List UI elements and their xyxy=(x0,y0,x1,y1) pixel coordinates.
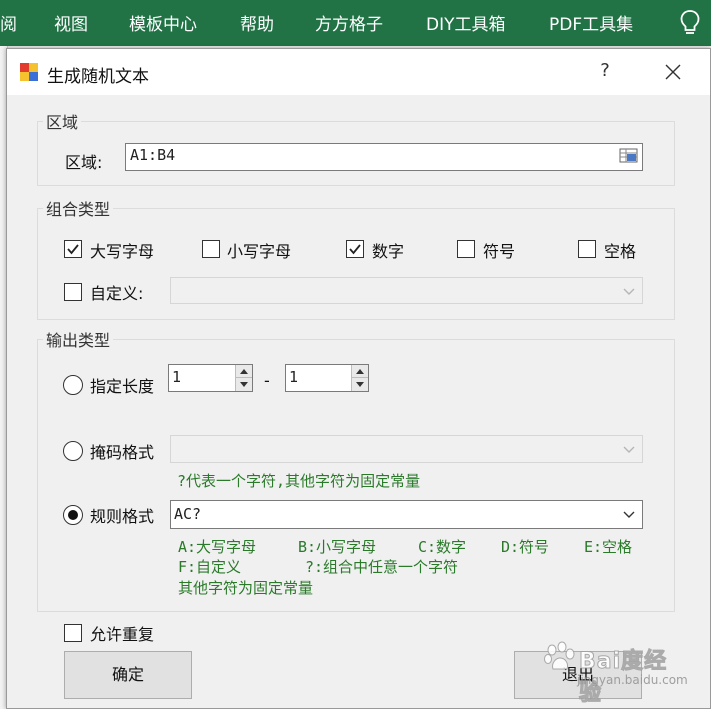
lightbulb-icon[interactable] xyxy=(679,9,701,37)
chevron-down-icon xyxy=(622,284,636,298)
length-min-value: 1 xyxy=(172,368,182,386)
dialog-title: 生成随机文本 xyxy=(47,67,149,87)
space-label: 空格 xyxy=(604,242,637,261)
custom-label: 自定义: xyxy=(90,284,144,303)
rule-format-value: AC? xyxy=(174,505,202,523)
rule-hint-c: C:数字 xyxy=(418,538,467,556)
length-range-dash: - xyxy=(264,371,270,390)
mask-format-hint: ?代表一个字符,其他字符为固定常量 xyxy=(177,472,421,490)
radio-selected-dot xyxy=(68,510,78,520)
range-select-icon[interactable] xyxy=(619,147,639,165)
fixed-length-label: 指定长度 xyxy=(90,377,155,396)
chevron-down-icon xyxy=(622,507,636,521)
paw-logo-icon xyxy=(544,641,575,670)
symbols-checkbox[interactable] xyxy=(457,240,475,258)
rule-hint-b: B:小写字母 xyxy=(298,538,377,556)
random-text-dialog: 生成随机文本 ? 区域 区域: A1:B4 组合类型 大写字母 小写字母 数字 … xyxy=(6,48,711,709)
app-logo-icon xyxy=(19,62,39,82)
rule-format-radio[interactable] xyxy=(63,505,83,525)
rule-hint-constant: 其他字符为固定常量 xyxy=(178,579,314,597)
mask-format-combo[interactable] xyxy=(170,435,643,463)
tab-pdf-tools[interactable]: PDF工具集 xyxy=(549,10,633,35)
rule-hint-a: A:大写字母 xyxy=(178,538,257,556)
tab-help[interactable]: 帮助 xyxy=(240,10,274,35)
range-label: 区域: xyxy=(65,153,103,172)
tab-review[interactable]: 阅 xyxy=(0,10,17,35)
rule-hint-e: E:空格 xyxy=(584,538,633,556)
length-min-up-icon[interactable] xyxy=(236,365,252,378)
watermark-url: jingyan.baidu.com xyxy=(577,673,688,687)
allow-repeat-checkbox[interactable] xyxy=(64,624,82,642)
range-group-title: 区域 xyxy=(43,109,82,133)
lowercase-label: 小写字母 xyxy=(227,242,292,261)
close-icon[interactable] xyxy=(663,62,683,82)
dialog-titlebar[interactable]: 生成随机文本 ? xyxy=(7,49,710,95)
length-min-down-icon[interactable] xyxy=(236,378,252,391)
ribbon-tab-bar: 阅 视图 模板中心 帮助 方方格子 DIY工具箱 PDF工具集 xyxy=(0,0,711,46)
digits-checkbox[interactable] xyxy=(346,240,364,258)
tab-view[interactable]: 视图 xyxy=(54,10,88,35)
uppercase-checkbox[interactable] xyxy=(64,240,82,258)
output-group-title: 输出类型 xyxy=(43,327,114,351)
length-max-up-icon[interactable] xyxy=(352,365,368,378)
space-checkbox[interactable] xyxy=(578,240,596,258)
fixed-length-radio[interactable] xyxy=(63,375,83,395)
allow-repeat-label: 允许重复 xyxy=(90,625,155,644)
rule-hint-any: ?:组合中任意一个字符 xyxy=(305,558,459,576)
digits-label: 数字 xyxy=(372,242,405,261)
mask-format-radio[interactable] xyxy=(63,441,83,461)
combo-group-title: 组合类型 xyxy=(43,196,114,220)
ok-button[interactable]: 确定 xyxy=(64,651,192,699)
rule-format-combo[interactable]: AC? xyxy=(170,500,643,529)
tab-template-center[interactable]: 模板中心 xyxy=(129,10,197,35)
tab-diy-toolbox[interactable]: DIY工具箱 xyxy=(426,10,506,35)
chevron-down-icon xyxy=(622,442,636,456)
tab-fangfang-gezi[interactable]: 方方格子 xyxy=(315,10,383,35)
uppercase-label: 大写字母 xyxy=(90,242,155,261)
symbols-label: 符号 xyxy=(483,242,516,261)
custom-checkbox[interactable] xyxy=(64,283,82,301)
length-max-down-icon[interactable] xyxy=(352,378,368,391)
length-max-stepper[interactable]: 1 xyxy=(285,364,369,392)
rule-hint-f: F:自定义 xyxy=(178,558,242,576)
range-input[interactable]: A1:B4 xyxy=(125,143,643,171)
rule-format-label: 规则格式 xyxy=(90,507,155,526)
rule-hint-d: D:符号 xyxy=(501,538,550,556)
mask-format-label: 掩码格式 xyxy=(90,443,155,462)
length-max-value: 1 xyxy=(289,368,299,386)
help-button[interactable]: ? xyxy=(595,60,615,81)
length-min-stepper[interactable]: 1 xyxy=(168,364,253,392)
baidu-watermark: Bai度经验 jingyan.baidu.com xyxy=(543,633,688,707)
custom-chars-combo[interactable] xyxy=(170,277,643,304)
length-min-spin-buttons xyxy=(235,365,252,391)
length-max-spin-buttons xyxy=(351,365,368,391)
range-value: A1:B4 xyxy=(130,146,176,164)
lowercase-checkbox[interactable] xyxy=(202,240,220,258)
